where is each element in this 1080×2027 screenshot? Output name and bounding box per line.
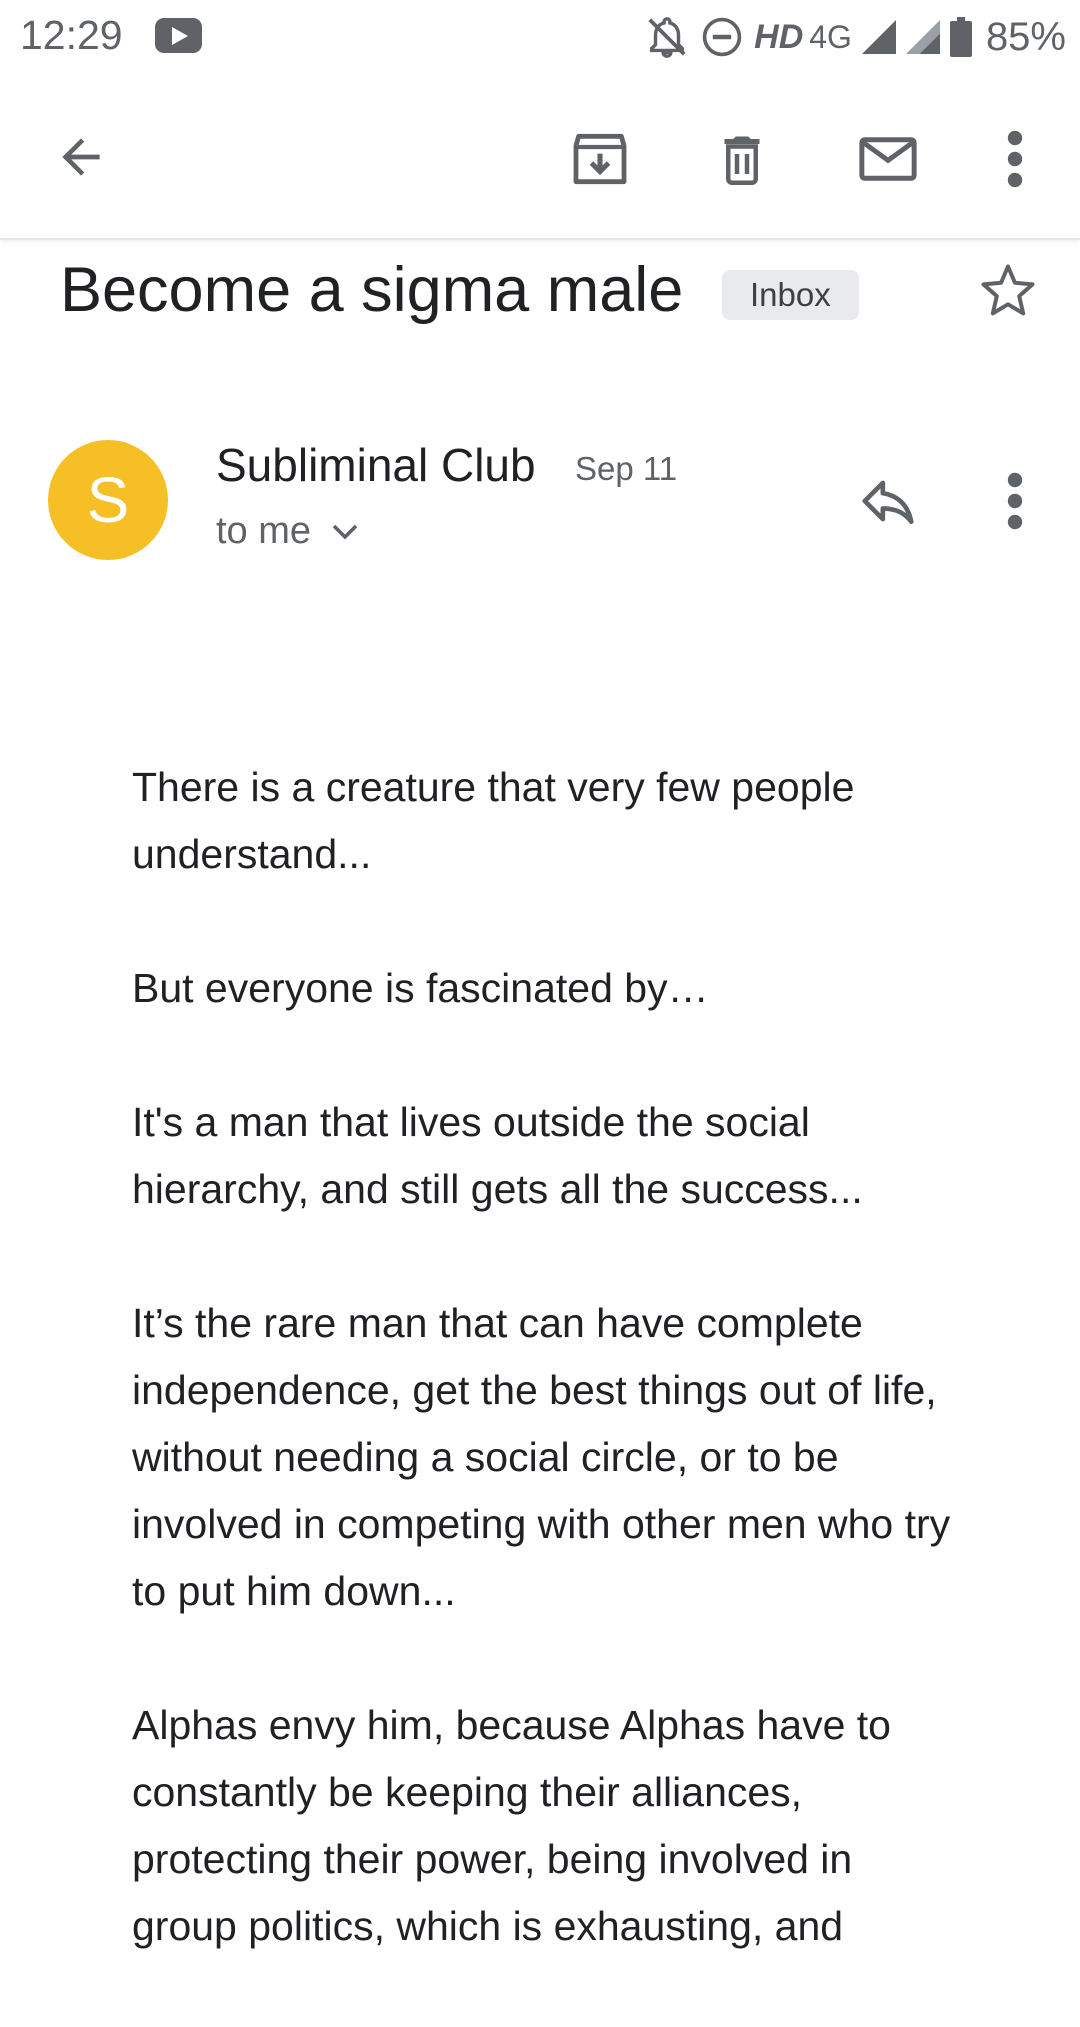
more-options-button[interactable] xyxy=(990,119,1040,199)
chevron-down-icon xyxy=(332,524,358,540)
star-icon xyxy=(981,264,1035,316)
signal-icon xyxy=(905,20,940,54)
sender-avatar[interactable]: S xyxy=(48,440,168,560)
recipient-label: to me xyxy=(216,510,312,552)
delete-icon xyxy=(724,136,760,185)
reply-icon xyxy=(862,480,914,524)
battery-percent: 85% xyxy=(985,14,1066,59)
delete-button[interactable] xyxy=(702,119,782,199)
message-date: Sep 11 xyxy=(575,450,678,487)
star-button[interactable] xyxy=(970,255,1046,327)
signal-icon xyxy=(861,20,896,54)
more-vert-icon xyxy=(1007,130,1023,188)
status-indicators: HD 4G 85% xyxy=(644,12,1066,62)
do-not-disturb-icon xyxy=(702,17,742,57)
email-subject: Become a sigma male xyxy=(60,255,684,325)
body-paragraph: It's a man that lives outside the social… xyxy=(132,1099,863,1212)
back-arrow-icon xyxy=(62,138,100,176)
more-vert-icon xyxy=(1007,472,1023,530)
sender-name: Subliminal Club xyxy=(216,439,536,491)
inbox-label-chip[interactable]: Inbox xyxy=(722,270,859,320)
recipient-details-toggle[interactable]: to me xyxy=(216,510,359,553)
hd-indicator: HD xyxy=(754,17,804,56)
archive-icon xyxy=(573,133,627,185)
notifications-off-icon xyxy=(648,17,686,58)
body-paragraph: It’s the rare man that can have complete… xyxy=(132,1300,951,1614)
top-app-bar xyxy=(0,76,1080,240)
message-more-options-button[interactable] xyxy=(990,465,1040,537)
reply-button[interactable] xyxy=(852,465,924,537)
youtube-icon xyxy=(155,18,202,53)
mark-unread-button[interactable] xyxy=(846,119,930,199)
body-paragraph: There is a creature that very few people… xyxy=(132,764,855,877)
network-type: 4G xyxy=(809,18,852,55)
status-bar: 12:29 HD 4G 85% xyxy=(0,0,1080,76)
body-paragraph: But everyone is fascinated by… xyxy=(132,965,709,1011)
email-body: There is a creature that very few people… xyxy=(132,754,952,2027)
mark-unread-icon xyxy=(859,137,917,181)
back-button[interactable] xyxy=(42,122,120,192)
archive-button[interactable] xyxy=(560,119,640,199)
status-time: 12:29 xyxy=(20,12,123,58)
battery-icon xyxy=(949,17,972,57)
